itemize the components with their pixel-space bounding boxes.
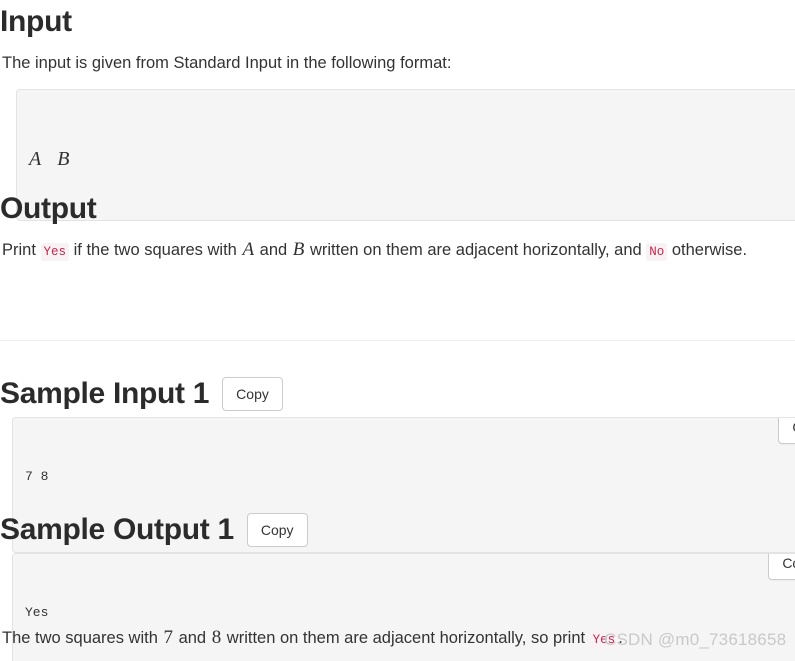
- sample-input-1-heading-text: Sample Input 1: [0, 377, 210, 410]
- sample-input-1-code-text: 7 8: [25, 468, 49, 484]
- explanation-text-and: and: [174, 629, 211, 647]
- math-number-8: 8: [211, 627, 222, 648]
- input-format-math: A B: [29, 137, 795, 174]
- problem-statement-page: Input The input is given from Standard I…: [0, 0, 795, 661]
- sample-explanation: The two squares with 7 and 8 written on …: [2, 622, 795, 653]
- math-variable-b: B: [292, 239, 305, 260]
- section-divider: [0, 340, 795, 341]
- input-format-code-block: A B: [16, 89, 795, 222]
- explanation-text-before: The two squares with: [2, 629, 163, 647]
- explanation-text-after: .: [618, 629, 623, 647]
- output-text-middle-1: if the two squares with: [69, 241, 242, 259]
- copy-sample-input-1-inline-button[interactable]: Copy: [778, 418, 795, 444]
- input-format-token-a: A: [29, 147, 44, 170]
- sample-output-1-heading: Sample Output 1 Copy: [0, 513, 308, 548]
- output-text-middle-2: written on them are adjacent horizontall…: [305, 241, 647, 259]
- math-variable-a: A: [242, 239, 255, 260]
- sample-output-1-heading-text: Sample Output 1: [0, 513, 234, 546]
- output-text-print: Print: [2, 241, 41, 259]
- input-description: The input is given from Standard Input i…: [2, 50, 795, 77]
- sample-output-1-code-text: Yes: [25, 604, 49, 620]
- copy-sample-input-1-button[interactable]: Copy: [222, 377, 283, 412]
- inline-code-yes-explanation: Yes: [589, 631, 619, 649]
- copy-sample-output-1-button[interactable]: Copy: [246, 513, 308, 548]
- output-text-after: otherwise.: [667, 241, 748, 259]
- inline-code-yes: Yes: [40, 243, 70, 261]
- output-description: Print Yes if the two squares with A and …: [2, 234, 795, 265]
- input-section-heading: Input: [0, 5, 72, 40]
- output-section-heading: Output: [0, 192, 97, 227]
- input-description-text: The input is given from Standard Input i…: [2, 54, 452, 72]
- copy-sample-output-1-inline-button[interactable]: Copy: [768, 554, 795, 580]
- math-number-7: 7: [163, 627, 174, 648]
- input-heading-text: Input: [0, 5, 72, 38]
- explanation-text-middle: written on them are adjacent horizontall…: [222, 629, 590, 647]
- output-heading-text: Output: [0, 192, 97, 225]
- input-format-token-b: B: [57, 147, 72, 170]
- inline-code-no: No: [646, 243, 668, 261]
- sample-input-1-heading: Sample Input 1 Copy: [0, 377, 283, 412]
- output-text-and: and: [255, 241, 292, 259]
